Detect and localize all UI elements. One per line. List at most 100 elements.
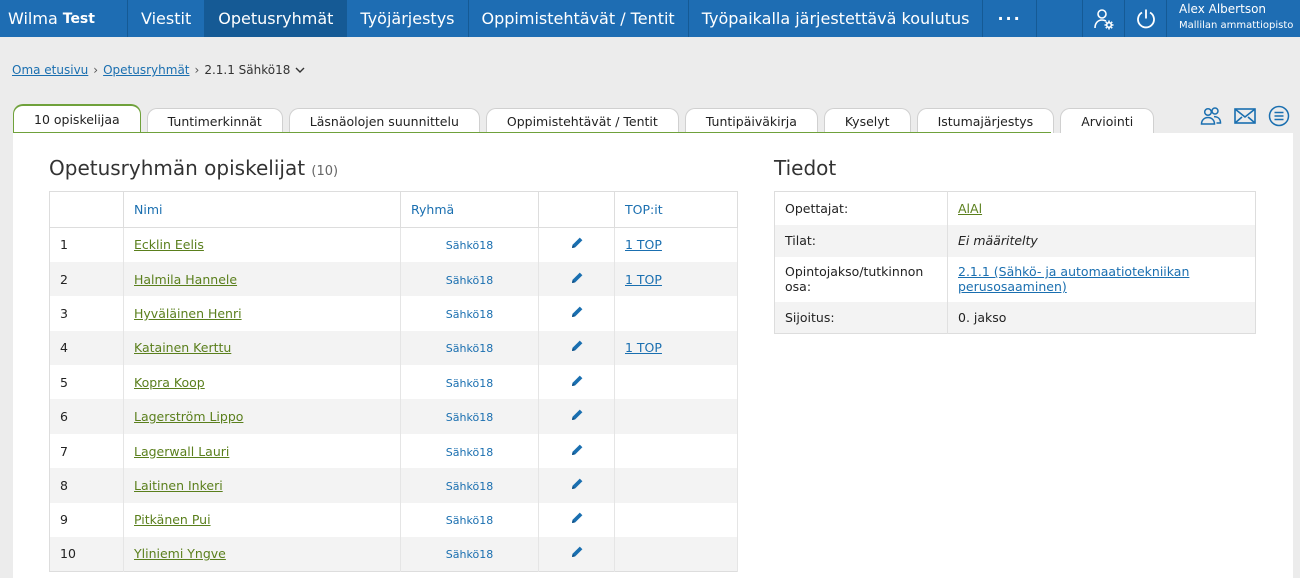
tab-attendance-planning[interactable]: Läsnäolojen suunnittelu — [288, 108, 480, 133]
col-name[interactable]: Nimi — [123, 191, 401, 228]
pencil-icon[interactable] — [570, 238, 584, 253]
brand-name: Wilma — [8, 9, 58, 28]
group-icon[interactable] — [1198, 105, 1224, 127]
student-name-link[interactable]: Halmila Hannele — [134, 272, 237, 287]
breadcrumb-home-link[interactable]: Oma etusivu — [12, 63, 88, 77]
edit-cell — [538, 330, 615, 366]
pencil-icon[interactable] — [570, 375, 584, 391]
pencil-icon[interactable] — [570, 306, 584, 322]
group-link[interactable]: Sähkö18 — [446, 308, 493, 321]
top-link[interactable]: 1 TOP — [625, 272, 662, 287]
pencil-icon[interactable] — [570, 512, 584, 528]
nav-more-button[interactable]: ··· — [983, 0, 1037, 37]
edit-cell — [538, 296, 615, 331]
pencil-icon[interactable] — [570, 340, 584, 356]
table-row: 7 Lagerwall Lauri Sähkö18 — [49, 433, 738, 469]
group-link[interactable]: Sähkö18 — [446, 548, 493, 561]
user-info[interactable]: Alex Albertson Mallilan ammattiopisto — [1166, 0, 1300, 37]
tab-lesson-diary[interactable]: Tuntipäiväkirja — [684, 108, 818, 133]
info-row-placement: Sijoitus: 0. jakso — [774, 301, 1256, 334]
nav-item-opetusryhmat[interactable]: Opetusryhmät — [205, 0, 348, 37]
nav-item-tyojarjestys[interactable]: Työjärjestys — [347, 0, 469, 37]
pencil-icon[interactable] — [570, 478, 584, 494]
school-name: Mallilan ammattiopisto — [1179, 20, 1294, 31]
top-cell — [614, 537, 738, 572]
nav-item-tyopaikalla[interactable]: Työpaikalla järjestettävä koulutus — [689, 0, 984, 37]
nav-item-oppimistehtavat[interactable]: Oppimistehtävät / Tentit — [469, 0, 689, 37]
student-name-link[interactable]: Yliniemi Yngve — [134, 546, 226, 561]
power-icon[interactable] — [1124, 0, 1166, 37]
col-num — [49, 191, 124, 228]
table-row: 1 Ecklin Eelis Sähkö18 1 TOP — [49, 227, 738, 262]
pencil-icon[interactable] — [570, 409, 584, 425]
tab-lesson-marks[interactable]: Tuntimerkinnät — [146, 108, 283, 133]
tab-assessment[interactable]: Arviointi — [1060, 108, 1155, 133]
students-title: Opetusryhmän opiskelijat — [49, 156, 306, 180]
student-name-cell: Yliniemi Yngve — [123, 537, 401, 572]
top-link[interactable]: 1 TOP — [625, 237, 662, 252]
course-link[interactable]: 2.1.1 (Sähkö- ja automaatiotekniikan per… — [958, 264, 1189, 294]
student-name-cell: Hyväläinen Henri — [123, 296, 401, 331]
col-group[interactable]: Ryhmä — [400, 191, 539, 228]
student-name-link[interactable]: Laitinen Inkeri — [134, 478, 223, 493]
teacher-link[interactable]: AlAl — [958, 201, 982, 216]
row-number: 2 — [49, 261, 124, 297]
top-cell: 1 TOP — [614, 227, 738, 262]
group-link[interactable]: Sähkö18 — [446, 446, 493, 459]
group-cell: Sähkö18 — [400, 261, 539, 297]
student-name-link[interactable]: Hyväläinen Henri — [134, 306, 242, 321]
col-edit — [538, 191, 615, 228]
top-navigation-bar: Wilma Test Viestit Opetusryhmät Työjärje… — [0, 0, 1300, 37]
table-row: 3 Hyväläinen Henri Sähkö18 — [49, 296, 738, 331]
user-settings-icon[interactable] — [1082, 0, 1124, 37]
student-name-link[interactable]: Lagerwall Lauri — [134, 444, 229, 459]
tab-actions — [1198, 105, 1292, 127]
table-row: 6 Lagerström Lippo Sähkö18 — [49, 399, 738, 434]
app-brand[interactable]: Wilma Test — [0, 0, 128, 37]
group-link[interactable]: Sähkö18 — [446, 480, 493, 493]
group-link[interactable]: Sähkö18 — [446, 514, 493, 527]
student-name-link[interactable]: Pitkänen Pui — [134, 512, 211, 527]
row-number: 3 — [49, 296, 124, 331]
group-link[interactable]: Sähkö18 — [446, 239, 493, 252]
student-name-cell: Halmila Hannele — [123, 261, 401, 297]
student-name-link[interactable]: Lagerström Lippo — [134, 409, 243, 424]
row-number: 5 — [49, 365, 124, 400]
group-link[interactable]: Sähkö18 — [446, 411, 493, 424]
student-name-link[interactable]: Katainen Kerttu — [134, 340, 231, 355]
placement-value: 0. jakso — [947, 301, 1256, 334]
students-table: Nimi Ryhmä TOP:it 1 Ecklin Eelis Sähkö18 1 … — [49, 191, 738, 572]
edit-cell — [538, 468, 615, 503]
edit-cell — [538, 433, 615, 469]
edit-cell — [538, 537, 615, 572]
tab-students[interactable]: 10 opiskelijaa — [13, 104, 141, 133]
chevron-down-icon[interactable] — [295, 63, 305, 77]
edit-cell — [538, 227, 615, 262]
breadcrumb-groups-link[interactable]: Opetusryhmät — [103, 63, 189, 77]
group-cell: Sähkö18 — [400, 502, 539, 538]
student-name-cell: Laitinen Inkeri — [123, 468, 401, 503]
group-link[interactable]: Sähkö18 — [446, 342, 493, 355]
student-name-link[interactable]: Ecklin Eelis — [134, 237, 204, 252]
mail-icon[interactable] — [1232, 105, 1258, 127]
row-number: 1 — [49, 227, 124, 262]
tab-seating[interactable]: Istumajärjestys — [916, 108, 1055, 133]
student-name-link[interactable]: Kopra Koop — [134, 375, 205, 390]
info-table: Opettajat: AlAl Tilat: Ei määritelty Opi… — [774, 191, 1256, 334]
tab-assignments-exams[interactable]: Oppimistehtävät / Tentit — [485, 108, 679, 133]
pencil-icon[interactable] — [570, 272, 584, 288]
col-top[interactable]: TOP:it — [614, 191, 738, 228]
edit-cell — [538, 502, 615, 538]
pencil-icon[interactable] — [570, 547, 584, 562]
group-link[interactable]: Sähkö18 — [446, 274, 493, 287]
info-row-course: Opintojakso/tutkinnon osa: 2.1.1 (Sähkö-… — [774, 256, 1256, 302]
tab-surveys[interactable]: Kyselyt — [823, 108, 911, 133]
top-link[interactable]: 1 TOP — [625, 340, 662, 355]
table-row: 10 Yliniemi Yngve Sähkö18 — [49, 537, 738, 572]
edit-cell — [538, 261, 615, 297]
list-menu-icon[interactable] — [1266, 105, 1292, 127]
top-cell — [614, 365, 738, 400]
group-link[interactable]: Sähkö18 — [446, 377, 493, 390]
pencil-icon[interactable] — [570, 444, 584, 460]
nav-item-viestit[interactable]: Viestit — [128, 0, 206, 37]
